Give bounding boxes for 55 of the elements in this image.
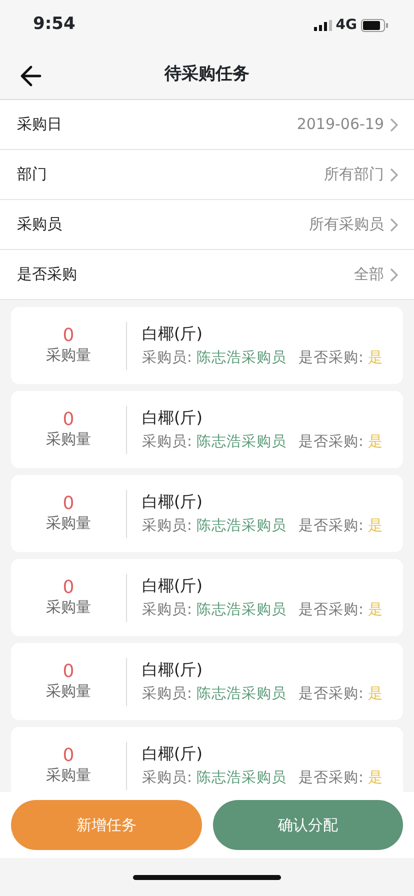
- quantity-label: 采购量: [46, 430, 91, 450]
- back-button[interactable]: [20, 63, 42, 87]
- buyer-text: 采购员: 陈志浩采购员: [142, 684, 286, 704]
- purchased-text: 是否采购: 是: [298, 768, 383, 788]
- purchased-text: 是否采购: 是: [298, 684, 383, 704]
- filter-value: 2019-06-19: [296, 114, 384, 136]
- buyer-text: 采购员: 陈志浩采购员: [142, 348, 286, 368]
- quantity-label: 采购量: [46, 682, 91, 702]
- purchased-text: 是否采购: 是: [298, 432, 383, 452]
- filter-label: 部门: [17, 164, 47, 186]
- action-button[interactable]: 确认分配: [212, 800, 403, 850]
- chevron-icon: [390, 118, 398, 132]
- quantity-label: 采购量: [46, 766, 91, 786]
- quantity-value: 0: [62, 494, 74, 514]
- buyer-text: 采购员: 陈志浩采购员: [142, 768, 286, 788]
- quantity-value: 0: [62, 746, 74, 766]
- item-name: 白椰(斤): [142, 574, 204, 597]
- status-time: 9:54: [33, 13, 76, 36]
- network-label: 4G: [336, 16, 357, 34]
- item-name: 白椰(斤): [142, 322, 204, 345]
- item-name: 白椰(斤): [142, 406, 204, 429]
- buyer-text: 采购员: 陈志浩采购员: [142, 432, 286, 452]
- quantity-label: 采购量: [46, 346, 91, 366]
- quantity-value: 0: [62, 410, 74, 430]
- task-card[interactable]: 0 采购量 白椰(斤) 采购员: 陈志浩采购员 是否采购: 是: [11, 727, 403, 792]
- filter-value: 所有采购员: [309, 214, 384, 236]
- filter-value: 全部: [354, 264, 384, 286]
- task-card[interactable]: 0 采购量 白椰(斤) 采购员: 陈志浩采购员 是否采购: 是: [11, 559, 403, 636]
- quantity-label: 采购量: [46, 598, 91, 618]
- page-title: 待采购任务: [164, 62, 250, 86]
- filter-label: 采购日: [17, 114, 62, 136]
- purchased-text: 是否采购: 是: [298, 516, 383, 536]
- chevron-icon: [390, 168, 398, 182]
- quantity-value: 0: [62, 578, 74, 598]
- chevron-icon: [390, 218, 398, 232]
- purchased-text: 是否采购: 是: [298, 348, 383, 368]
- task-card[interactable]: 0 采购量 白椰(斤) 采购员: 陈志浩采购员 是否采购: 是: [11, 475, 403, 552]
- item-name: 白椰(斤): [142, 658, 204, 681]
- purchased-text: 是否采购: 是: [298, 600, 383, 620]
- task-card[interactable]: 0 采购量 白椰(斤) 采购员: 陈志浩采购员 是否采购: 是: [11, 391, 403, 468]
- task-card[interactable]: 0 采购量 白椰(斤) 采购员: 陈志浩采购员 是否采购: 是: [11, 643, 403, 720]
- item-name: 白椰(斤): [142, 490, 204, 513]
- filter-label: 采购员: [17, 214, 62, 236]
- quantity-value: 0: [62, 662, 74, 682]
- battery-icon: [361, 18, 388, 32]
- signal-icon: [314, 20, 332, 30]
- quantity-label: 采购量: [46, 514, 91, 534]
- filter-value: 所有部门: [324, 164, 384, 186]
- buyer-text: 采购员: 陈志浩采购员: [142, 600, 286, 620]
- buyer-text: 采购员: 陈志浩采购员: [142, 516, 286, 536]
- task-card[interactable]: 0 采购量 白椰(斤) 采购员: 陈志浩采购员 是否采购: 是: [11, 307, 403, 384]
- chevron-icon: [390, 268, 398, 282]
- quantity-value: 0: [62, 326, 74, 346]
- filter-label: 是否采购: [17, 264, 77, 286]
- item-name: 白椰(斤): [142, 742, 204, 765]
